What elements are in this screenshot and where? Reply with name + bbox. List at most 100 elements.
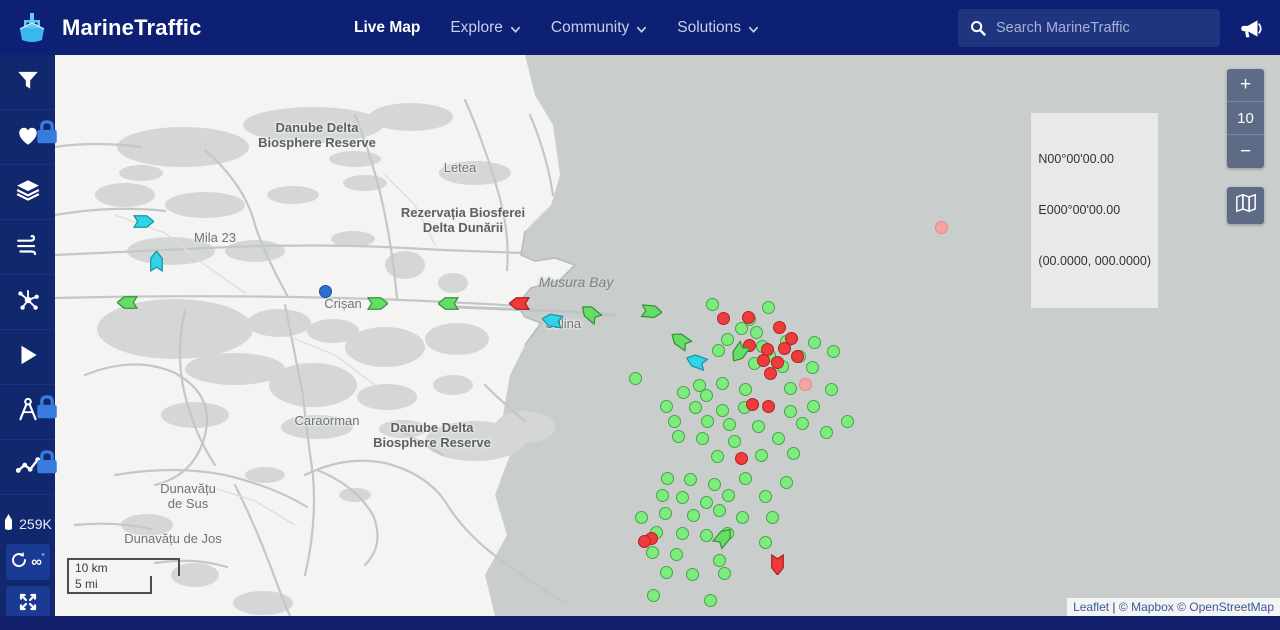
vessel-marker-moored[interactable]	[727, 434, 741, 448]
vessel-marker-tanker[interactable]	[777, 341, 791, 355]
nav-item-community[interactable]: Community	[551, 19, 647, 37]
vessel-marker-moored[interactable]	[646, 588, 660, 602]
vessel-marker-moored[interactable]	[710, 449, 724, 463]
vessel-marker-tanker[interactable]	[637, 534, 651, 548]
vessel-marker-moored[interactable]	[655, 488, 669, 502]
vessel-marker-moored[interactable]	[695, 431, 709, 445]
vessel-marker-underway[interactable]	[132, 214, 154, 229]
nav-item-live-map[interactable]: Live Map	[354, 19, 420, 37]
vessel-marker-moored[interactable]	[749, 325, 763, 339]
sidebar-item-playback[interactable]	[0, 330, 55, 385]
vessel-marker-moored[interactable]	[660, 471, 674, 485]
refresh-interval-button[interactable]: ∞"	[5, 544, 50, 580]
vessel-marker-moored[interactable]	[705, 297, 719, 311]
vessel-marker-tanker[interactable]	[772, 320, 786, 334]
vessel-marker-tanker[interactable]	[763, 366, 777, 380]
vessel-marker-underway[interactable]	[639, 303, 663, 320]
search-input[interactable]	[996, 19, 1196, 36]
vessel-marker-tanker[interactable]	[790, 349, 804, 363]
vessel-marker-moored[interactable]	[754, 448, 768, 462]
zoom-in-button[interactable]: +	[1227, 69, 1264, 102]
vessel-marker-moored[interactable]	[659, 565, 673, 579]
sidebar-item-layers[interactable]	[0, 165, 55, 220]
vessel-marker-moored[interactable]	[688, 400, 702, 414]
vessel-marker-moored[interactable]	[807, 335, 821, 349]
vessel-marker-tanker[interactable]	[745, 397, 759, 411]
vessel-marker-underway[interactable]	[437, 296, 459, 311]
vessel-marker-moored[interactable]	[715, 376, 729, 390]
vessel-marker-moored[interactable]	[840, 414, 854, 428]
vessel-marker-tanker[interactable]	[756, 353, 770, 367]
vessel-marker-moored[interactable]	[628, 371, 642, 385]
vessel-marker-moored[interactable]	[771, 431, 785, 445]
vessel-marker-moored[interactable]	[819, 425, 833, 439]
vessel-marker-moored[interactable]	[634, 510, 648, 524]
vessel-marker-tanker[interactable]	[734, 451, 748, 465]
vessel-marker-moored[interactable]	[738, 382, 752, 396]
vessel-marker-moored[interactable]	[707, 477, 721, 491]
vessel-marker-moored[interactable]	[686, 508, 700, 522]
sidebar-item-favourites[interactable]	[0, 110, 57, 165]
map-layers-button[interactable]	[1227, 187, 1264, 224]
vessel-marker-moored[interactable]	[717, 566, 731, 580]
vessel-marker-moored[interactable]	[786, 446, 800, 460]
vessel-marker-moored[interactable]	[659, 399, 673, 413]
vessel-marker-underway[interactable]	[116, 295, 138, 310]
megaphone-icon[interactable]	[1236, 13, 1266, 43]
vessel-marker-moored[interactable]	[765, 510, 779, 524]
nav-item-solutions[interactable]: Solutions	[677, 19, 759, 37]
vessel-marker-moored[interactable]	[738, 471, 752, 485]
search-box[interactable]	[958, 8, 1220, 47]
vessel-marker-moored[interactable]	[758, 535, 772, 549]
vessel-marker-moored[interactable]	[669, 547, 683, 561]
vessel-marker-inactive[interactable]	[934, 220, 948, 234]
attribution-mapbox-link[interactable]: © Mapbox	[1119, 600, 1174, 614]
zoom-out-button[interactable]: −	[1227, 135, 1264, 168]
sidebar-item-weather[interactable]	[0, 220, 55, 275]
vessel-marker-inactive[interactable]	[798, 377, 812, 391]
vessel-marker-moored[interactable]	[783, 381, 797, 395]
nav-item-explore[interactable]: Explore	[450, 19, 521, 37]
vessel-marker-moored[interactable]	[826, 344, 840, 358]
attribution-osm-link[interactable]: © OpenStreetMap	[1177, 600, 1274, 614]
vessel-marker-underway[interactable]	[770, 553, 785, 575]
vessel-marker-moored[interactable]	[783, 404, 797, 418]
vessel-marker-moored[interactable]	[712, 503, 726, 517]
vessel-marker-moored[interactable]	[715, 403, 729, 417]
vessel-marker-moored[interactable]	[703, 593, 717, 607]
vessel-marker-moored[interactable]	[721, 488, 735, 502]
attribution-leaflet-link[interactable]: Leaflet	[1073, 600, 1109, 614]
brand[interactable]: MarineTraffic	[12, 8, 312, 48]
vessel-marker-moored[interactable]	[751, 419, 765, 433]
vessel-marker-moored[interactable]	[720, 332, 734, 346]
vessel-marker-moored[interactable]	[806, 399, 820, 413]
vessel-marker-moored[interactable]	[758, 489, 772, 503]
vessel-marker-moored[interactable]	[795, 416, 809, 430]
sidebar-item-filter[interactable]	[0, 55, 55, 110]
sidebar-item-statistics[interactable]	[0, 440, 57, 495]
vessel-marker-moored[interactable]	[675, 526, 689, 540]
vessel-marker-moored[interactable]	[735, 510, 749, 524]
vessel-marker-underway[interactable]	[508, 296, 530, 311]
vessel-marker-tanker[interactable]	[716, 311, 730, 325]
vessel-marker-moored[interactable]	[805, 360, 819, 374]
vessel-marker-tanker[interactable]	[761, 399, 775, 413]
zoom-control[interactable]: + 10 −	[1227, 69, 1264, 168]
vessel-marker-moored[interactable]	[761, 300, 775, 314]
vessel-marker-moored[interactable]	[700, 414, 714, 428]
vessel-marker-moored[interactable]	[675, 490, 689, 504]
vessel-marker-underway[interactable]	[366, 296, 388, 311]
vessel-marker-moored[interactable]	[824, 382, 838, 396]
vessel-marker-underway[interactable]	[540, 311, 564, 329]
sidebar-item-density[interactable]	[0, 275, 55, 330]
vessel-marker-moored[interactable]	[658, 506, 672, 520]
vessel-marker-moored[interactable]	[667, 414, 681, 428]
vessel-marker-moored[interactable]	[699, 495, 713, 509]
vessel-marker-underway[interactable]	[149, 250, 164, 272]
sidebar-item-measure[interactable]	[0, 385, 57, 440]
vessel-marker-tanker[interactable]	[741, 310, 755, 324]
vessel-marker-moored[interactable]	[671, 429, 685, 443]
vessel-marker-moored[interactable]	[676, 385, 690, 399]
vessel-marker-moored[interactable]	[683, 472, 697, 486]
vessel-marker-moored[interactable]	[699, 388, 713, 402]
